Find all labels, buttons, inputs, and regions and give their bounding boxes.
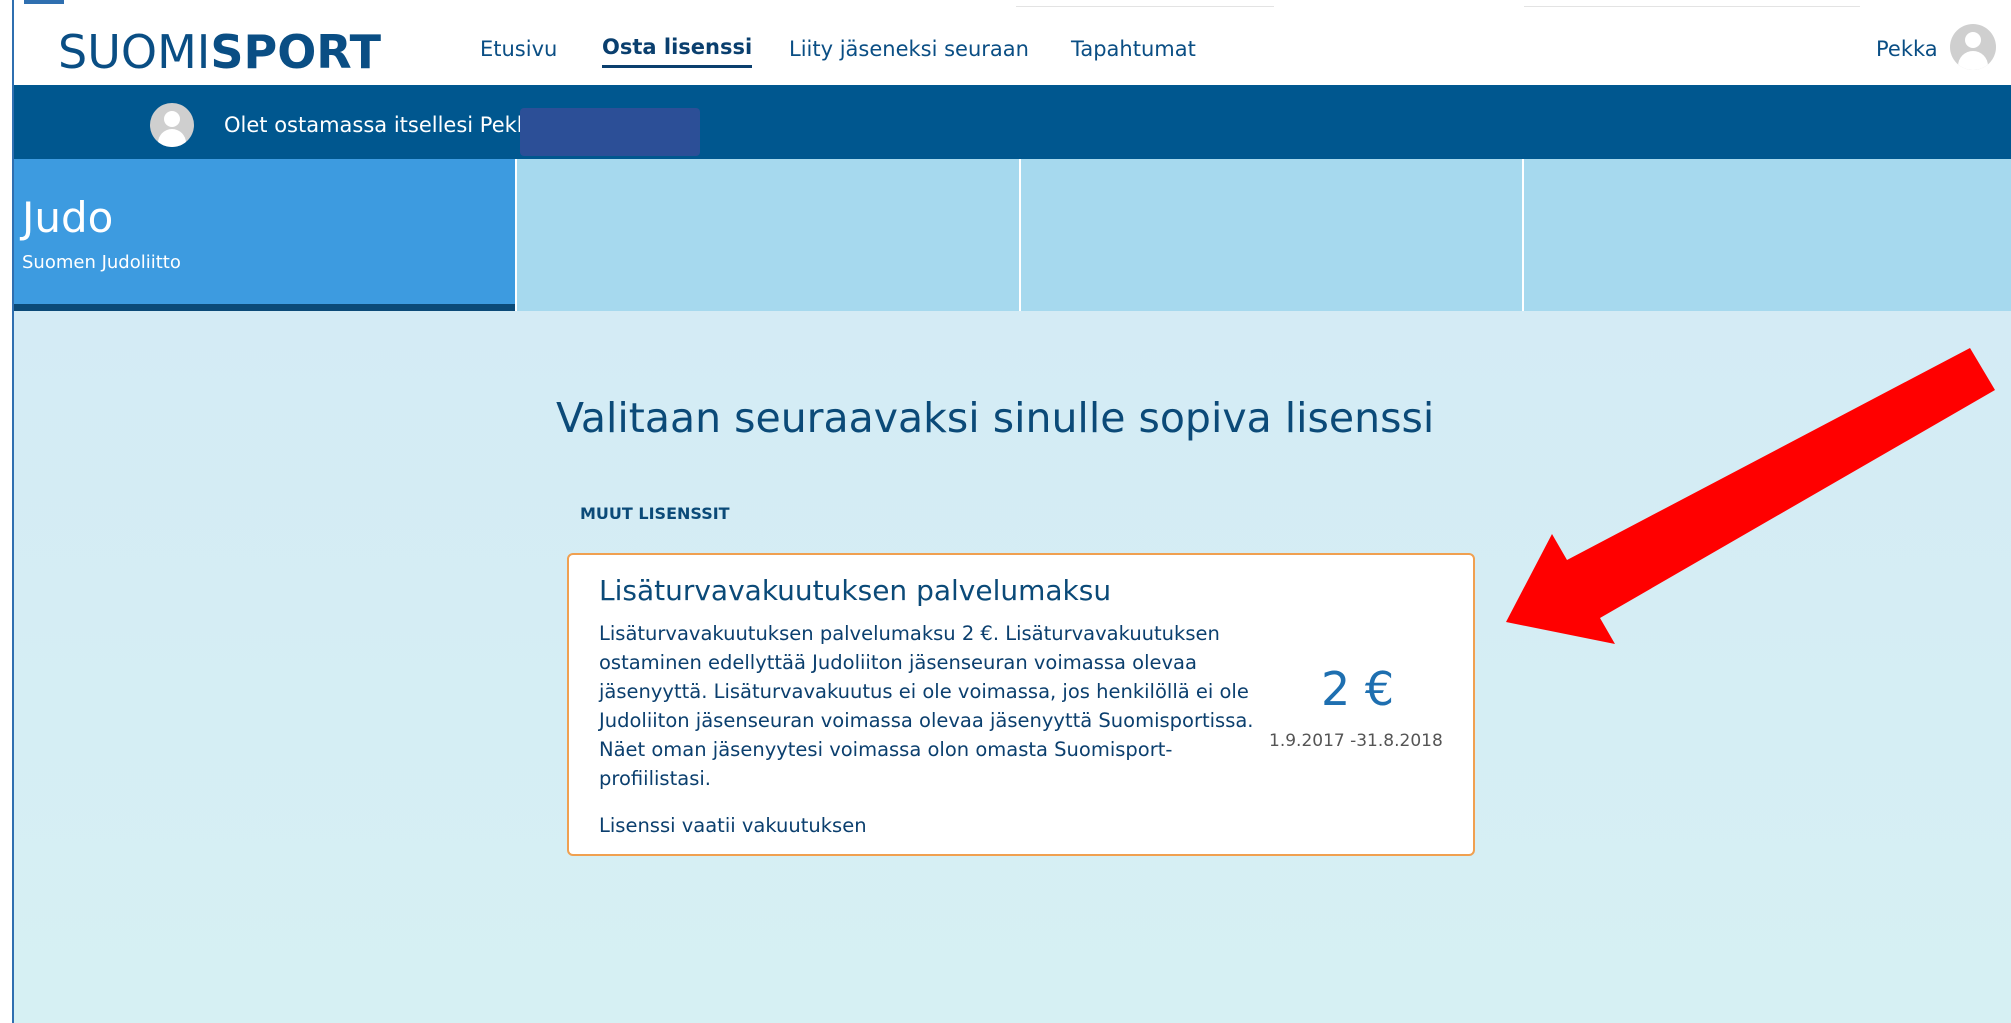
red-arrow-annotation [1506, 348, 1995, 644]
section-label-other-licenses: MUUT LISENSSIT [580, 504, 730, 523]
sport-tab-empty[interactable] [517, 159, 1019, 311]
logo-text-thin: SUOMI [58, 25, 211, 79]
buying-for-text: Olet ostamassa itsellesi Pekka [224, 113, 542, 137]
user-menu-name[interactable]: Pekka [1876, 34, 1938, 64]
sport-tab-title: Judo [22, 193, 114, 242]
license-card-price: 2 € [1321, 662, 1395, 716]
divider-line [1524, 6, 1860, 7]
license-card-dates: 1.9.2017 -31.8.2018 [1269, 731, 1443, 751]
license-card-note: Lisenssi vaatii vakuutuksen [599, 814, 867, 837]
license-card-description: Lisäturvavakuutuksen palvelumaksu 2 €. L… [599, 622, 1254, 790]
divider-line [1016, 6, 1274, 7]
nav-etusivu[interactable]: Etusivu [480, 34, 557, 64]
license-card[interactable]: Lisäturvavakuutuksen palvelumaksu Lisätu… [567, 553, 1475, 856]
sport-tab-empty[interactable] [1524, 159, 2011, 311]
sport-tab-empty[interactable] [1021, 159, 1522, 311]
nav-liity-jaseneksi[interactable]: Liity jäseneksi seuraan [789, 34, 1029, 64]
sport-tabs: Judo Suomen Judoliitto [14, 159, 2011, 311]
suomisport-logo[interactable]: SUOMISPORT [58, 26, 381, 78]
license-card-title: Lisäturvavakuutuksen palvelumaksu [599, 574, 1112, 607]
sport-tab-judo[interactable]: Judo Suomen Judoliitto [14, 159, 515, 311]
top-corner-accent [24, 0, 64, 4]
top-header: SUOMISPORT Etusivu Osta lisenssi Liity j… [14, 0, 2011, 85]
page-title: Valitaan seuraavaksi sinulle sopiva lise… [556, 394, 1435, 442]
redacted-surname [520, 108, 700, 156]
nav-osta-lisenssi[interactable]: Osta lisenssi [602, 32, 753, 68]
user-avatar-icon [150, 103, 194, 147]
user-avatar-icon[interactable] [1950, 24, 1996, 70]
sport-tab-subtitle: Suomen Judoliitto [22, 252, 181, 273]
nav-tapahtumat[interactable]: Tapahtumat [1071, 34, 1196, 64]
logo-text-bold: SPORT [210, 25, 382, 79]
